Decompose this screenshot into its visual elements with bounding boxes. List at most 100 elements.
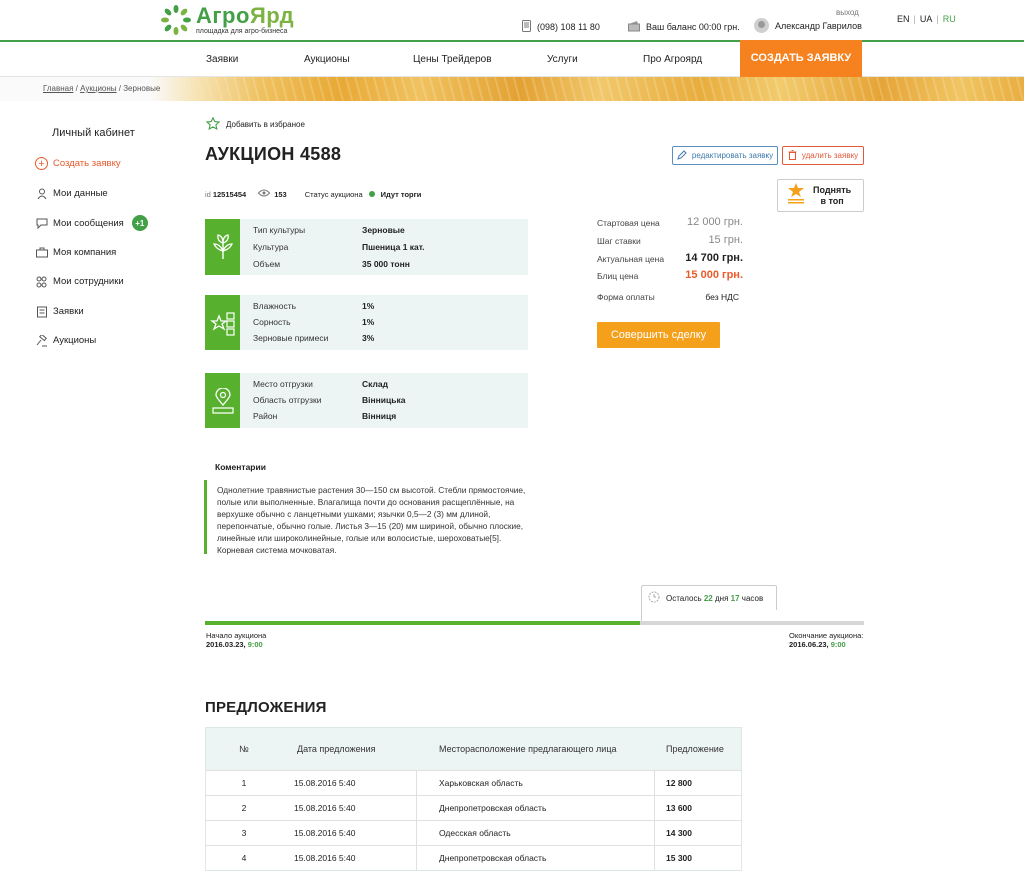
plus-circle-icon: + — [35, 157, 48, 170]
top-bar: АгроЯрд площадка для агро-бизнеса (098) … — [0, 0, 1024, 40]
chat-icon — [35, 217, 48, 230]
column-header: Месторасположение предлагающего лица — [439, 744, 617, 754]
nav-item-services[interactable]: Услуги — [547, 42, 578, 77]
row-label: Сорность — [253, 317, 291, 327]
column-divider — [416, 846, 417, 870]
row-value: Зерновые — [362, 225, 405, 235]
unread-badge: +1 — [131, 215, 148, 231]
sprout-icon — [205, 219, 240, 275]
cell-offer: 12 800 — [666, 778, 692, 788]
price-value: 14 700 грн. — [685, 252, 743, 264]
balance[interactable]: Ваш баланс 00:00 грн. — [628, 20, 740, 34]
auction-progress-fill — [205, 621, 640, 625]
offers-title: ПРЕДЛОЖЕНИЯ — [205, 699, 327, 716]
cell-offer: 14 300 — [666, 828, 692, 838]
balance-text: Ваш баланс 00:00 грн. — [646, 22, 740, 32]
breadcrumb-auctions[interactable]: Аукционы — [80, 84, 116, 93]
favorite-label: Добавить в избраное — [226, 120, 305, 129]
logo-title-part1: Агро — [196, 3, 250, 28]
status-label: Статус аукциона — [304, 189, 363, 199]
sidebar-item-requests[interactable]: Заявки — [35, 305, 84, 318]
lang-separator: | — [913, 14, 916, 24]
phone-contact[interactable]: (098) 108 11 80 — [522, 20, 600, 34]
price-label: Актуальная цена — [597, 254, 665, 264]
lang-ua[interactable]: UA — [920, 14, 933, 24]
sidebar-item-label: Заявки — [53, 306, 84, 317]
column-divider — [654, 821, 655, 845]
nav-item-about[interactable]: Про Агроярд — [643, 42, 702, 77]
auction-meta: id 12515454 153 Статус аукциона Идут тор… — [205, 189, 421, 199]
comments-text: Однолетние травянистые растения 30—150 с… — [204, 480, 534, 555]
phone-number: (098) 108 11 80 — [537, 22, 600, 32]
row-value: 1% — [362, 301, 375, 311]
nav-item-auctions[interactable]: Аукционы — [304, 42, 350, 77]
edit-request-button[interactable]: редактировать заявку — [672, 146, 778, 165]
days-label: дня — [715, 593, 729, 603]
table-row: 1 15.08.2016 5:40 Харьковская область 12… — [206, 770, 741, 795]
end-time: 9:00 — [830, 640, 846, 649]
sidebar-item-label: Моя компания — [53, 247, 117, 258]
lang-en[interactable]: EN — [897, 14, 910, 24]
lang-separator: | — [936, 14, 939, 24]
sidebar-item-my-data[interactable]: Мои данные — [35, 187, 108, 200]
row-label: Тип культуры — [253, 225, 306, 235]
column-divider — [654, 796, 655, 820]
row-label: Область отгрузки — [253, 395, 322, 405]
logo[interactable]: АгроЯрд площадка для агро-бизнеса — [160, 4, 294, 36]
cell-date: 15.08.2016 5:40 — [294, 803, 356, 813]
actual-price: Актуальная цена 14 700 грн. — [597, 252, 743, 264]
cell-num: 2 — [241, 803, 247, 813]
eye-icon — [258, 189, 271, 199]
cell-location: Днепропетровская область — [439, 803, 547, 813]
column-divider — [654, 771, 655, 795]
cell-num: 4 — [241, 853, 247, 863]
logout-link[interactable]: выход — [836, 8, 859, 17]
bid-step: Шаг ставки 15 грн. — [597, 234, 743, 246]
row-label: Объем — [253, 259, 281, 269]
price-value: 15 000 грн. — [685, 269, 743, 281]
quality-star-icon — [205, 295, 240, 350]
phone-icon — [522, 20, 531, 34]
row-label: Влажность — [253, 301, 297, 311]
sidebar-item-my-employees[interactable]: Мои сотрудники — [35, 275, 124, 288]
briefcase-icon — [35, 246, 48, 259]
breadcrumb-current: Зерновые — [123, 84, 161, 93]
info-row: Влажность 1% — [253, 301, 523, 311]
column-divider — [654, 846, 655, 870]
raise-label-line2: в топ — [820, 195, 844, 206]
avatar — [754, 18, 769, 33]
column-divider — [416, 821, 417, 845]
sidebar-item-auctions[interactable]: Аукционы — [35, 334, 96, 347]
row-value: Вінницька — [362, 395, 406, 405]
end-label: Окончание аукциона: — [789, 631, 864, 640]
row-label: Место отгрузки — [253, 379, 313, 389]
make-deal-button[interactable]: Совершить сделку — [597, 322, 720, 348]
nav-item-requests[interactable]: Заявки — [206, 42, 238, 77]
user-profile[interactable]: Александр Гаврилов — [754, 18, 862, 33]
id-label: id — [205, 189, 211, 199]
delete-request-button[interactable]: удалить заявку — [782, 146, 864, 165]
crop-info-card: Тип культуры Зерновые Культура Пшеница 1 к… — [205, 219, 528, 275]
cell-num: 3 — [241, 828, 247, 838]
pencil-icon — [677, 149, 687, 162]
column-header: Дата предложения — [297, 744, 376, 754]
cell-location: Харьковская область — [439, 778, 523, 788]
table-header: № Дата предложения Месторасположение пре… — [206, 728, 741, 770]
row-label: Культура — [253, 242, 289, 252]
price-label: Форма оплаты — [597, 292, 655, 302]
sidebar-item-create-request[interactable]: + Создать заявку — [35, 157, 121, 170]
comments-title: Коментарии — [215, 462, 266, 472]
sidebar-item-my-messages[interactable]: Мои сообщения +1 — [35, 215, 148, 231]
info-row: Зерновые примеси 3% — [253, 333, 523, 343]
lang-ru[interactable]: RU — [943, 14, 956, 24]
map-pin-icon — [205, 373, 240, 428]
breadcrumb-home[interactable]: Главная — [43, 84, 73, 93]
person-icon — [35, 187, 48, 200]
raise-to-top-button[interactable]: Поднять в топ — [777, 179, 864, 212]
nav-item-trader-prices[interactable]: Цены Трейдеров — [413, 42, 492, 77]
auction-start: Начало аукциона 2016.03.23, 9:00 — [206, 631, 266, 649]
sidebar-item-my-company[interactable]: Моя компания — [35, 246, 116, 259]
id-value: 12515454 — [212, 189, 247, 199]
create-request-button[interactable]: СОЗДАТЬ ЗАЯВКУ — [740, 40, 862, 77]
add-to-favorites[interactable]: Добавить в избраное — [205, 116, 305, 132]
